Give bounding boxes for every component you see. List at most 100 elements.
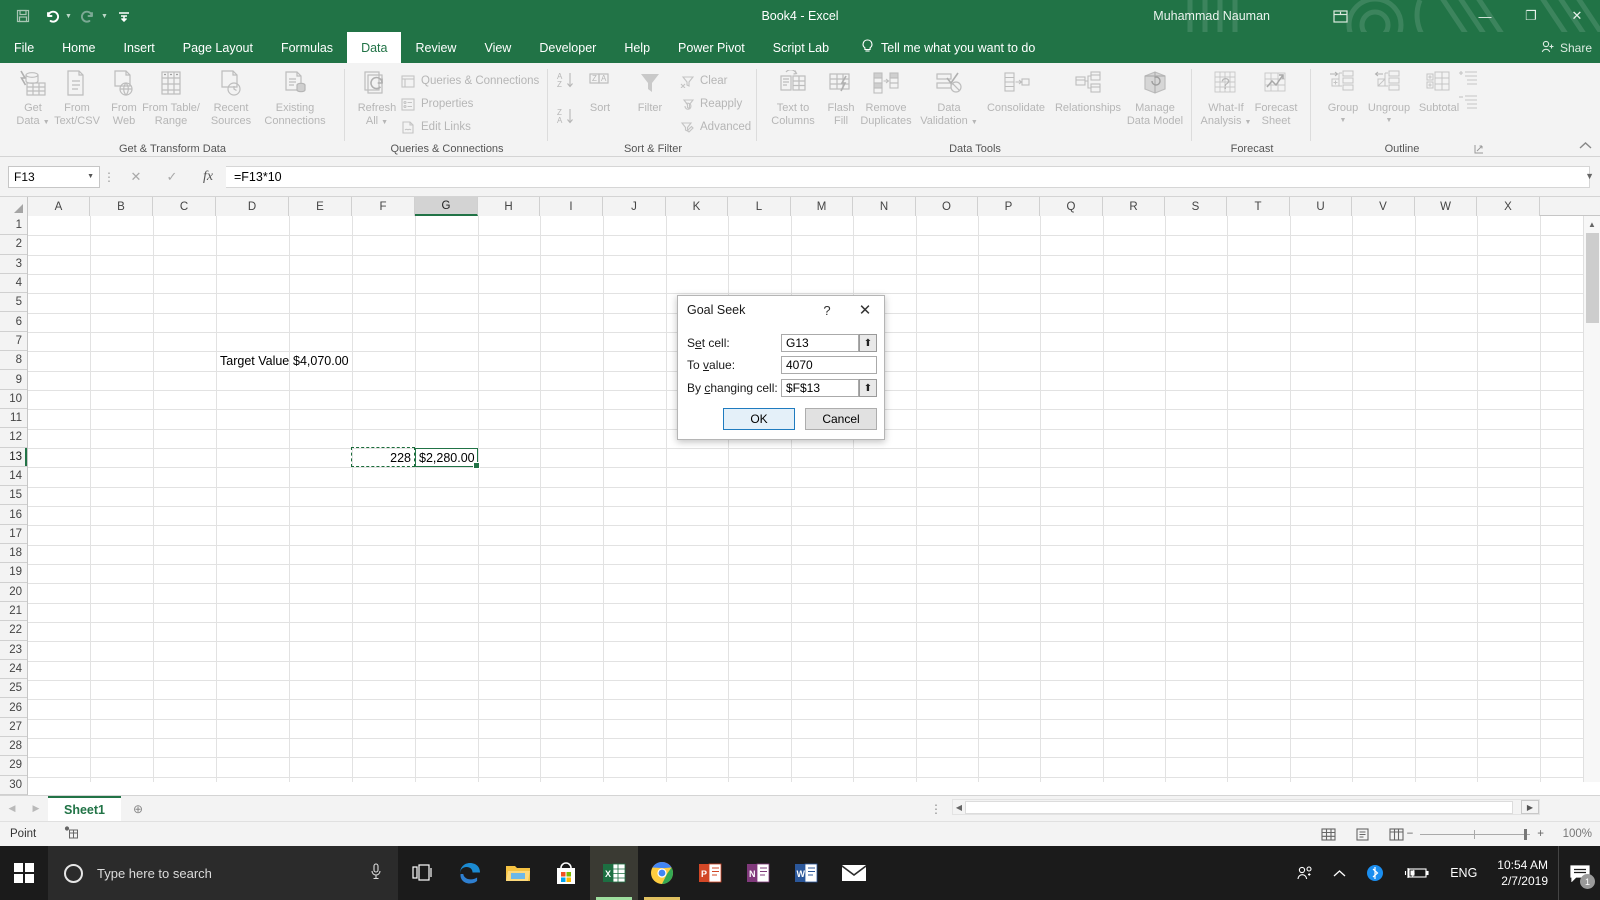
dialog-cancel-button[interactable]: Cancel <box>805 408 877 430</box>
relationships-button[interactable]: Relationships <box>1048 67 1128 115</box>
column-header-e[interactable]: E <box>289 197 352 216</box>
row-header-14[interactable]: 14 <box>0 467 27 487</box>
powerpoint-icon[interactable]: P <box>686 846 734 900</box>
refresh-all-button[interactable]: Refresh All ▼ <box>348 67 406 129</box>
task-view-icon[interactable] <box>398 846 446 900</box>
ungroup-dropdown-icon[interactable]: ▼ <box>1360 115 1418 128</box>
row-header-20[interactable]: 20 <box>0 583 27 602</box>
formula-input[interactable]: =F13*10 <box>226 165 1590 188</box>
show-hidden-icons-chevron[interactable] <box>1323 869 1356 878</box>
horizontal-scroll-thumb[interactable] <box>965 801 1513 814</box>
search-input[interactable]: Type here to search <box>48 846 398 900</box>
outline-dialog-launcher[interactable] <box>1474 143 1486 155</box>
close-button[interactable]: ✕ <box>1554 0 1600 32</box>
row-header-21[interactable]: 21 <box>0 602 27 622</box>
excel-icon[interactable]: X <box>590 846 638 900</box>
row-header-27[interactable]: 27 <box>0 718 27 738</box>
from-table-range-button[interactable]: From Table/ Range <box>140 67 202 127</box>
tab-insert[interactable]: Insert <box>110 32 169 63</box>
record-macro-icon[interactable] <box>64 826 79 842</box>
cell-e8[interactable]: $4,070.00 <box>289 351 352 370</box>
page-layout-view-icon[interactable] <box>1354 826 1370 842</box>
consolidate-button[interactable]: Consolidate <box>980 67 1052 115</box>
set-cell-range-picker-icon[interactable]: ⬆ <box>859 334 877 352</box>
zoom-out-button[interactable]: − <box>1407 828 1414 840</box>
row-header-1[interactable]: 1 <box>0 216 27 236</box>
normal-view-icon[interactable] <box>1320 826 1336 842</box>
tab-review[interactable]: Review <box>401 32 470 63</box>
row-header-5[interactable]: 5 <box>0 293 27 313</box>
confirm-entry-icon[interactable]: ✓ <box>154 165 190 189</box>
people-icon[interactable] <box>1286 865 1323 881</box>
row-header-30[interactable]: 30 <box>0 776 27 795</box>
mail-icon[interactable] <box>830 846 878 900</box>
scroll-up-arrow[interactable]: ▲ <box>1584 216 1600 233</box>
expand-formula-bar-icon[interactable]: ▼ <box>1585 171 1594 181</box>
column-header-j[interactable]: J <box>603 197 666 216</box>
column-headers[interactable]: ABCDEFGHIJKLMNOPQRSTUVWX <box>0 197 1600 216</box>
row-header-4[interactable]: 4 <box>0 274 27 294</box>
set-cell-input[interactable]: G13 <box>781 334 859 352</box>
goal-seek-dialog[interactable]: Goal Seek ? ✕ Set cell: G13 ⬆ To value: … <box>677 295 885 440</box>
column-header-l[interactable]: L <box>728 197 791 216</box>
microsoft-store-icon[interactable] <box>542 846 590 900</box>
column-header-h[interactable]: H <box>478 197 540 216</box>
column-header-m[interactable]: M <box>791 197 853 216</box>
zoom-track[interactable] <box>1420 828 1531 840</box>
tab-home[interactable]: Home <box>48 32 109 63</box>
remove-duplicates-button[interactable]: Remove Duplicates <box>854 67 918 127</box>
edit-links-button[interactable]: Edit Links <box>400 117 471 137</box>
hscroll-left-arrow[interactable]: ◀ <box>953 800 965 814</box>
column-header-a[interactable]: A <box>28 197 90 216</box>
show-detail-icon[interactable] <box>1458 71 1478 88</box>
column-header-o[interactable]: O <box>916 197 978 216</box>
column-header-c[interactable]: C <box>153 197 216 216</box>
data-validation-button[interactable]: Data Validation ▼ <box>916 67 982 129</box>
microphone-icon[interactable] <box>370 863 382 883</box>
row-header-13[interactable]: 13 <box>0 447 27 467</box>
sheet-tab-bar[interactable]: ◀ ▶ Sheet1 ⊕ ⋮ ◀ ▶ <box>0 795 1600 822</box>
microsoft-edge-icon[interactable] <box>446 846 494 900</box>
row-header-17[interactable]: 17 <box>0 525 27 545</box>
cell-d8[interactable]: Target Value <box>216 351 289 370</box>
column-header-n[interactable]: N <box>853 197 916 216</box>
tab-data[interactable]: Data <box>347 32 402 63</box>
manage-data-model-button[interactable]: Manage Data Model <box>1122 67 1188 127</box>
page-break-preview-icon[interactable] <box>1388 826 1404 842</box>
row-header-29[interactable]: 29 <box>0 756 27 776</box>
column-header-i[interactable]: I <box>540 197 603 216</box>
column-header-u[interactable]: U <box>1290 197 1352 216</box>
account-name[interactable]: Muhammad Nauman <box>1153 0 1270 32</box>
row-header-23[interactable]: 23 <box>0 641 27 660</box>
advanced-filter-button[interactable]: Advanced <box>679 117 751 137</box>
share-button[interactable]: Share <box>1541 40 1592 56</box>
dialog-help-icon[interactable]: ? <box>816 300 838 320</box>
row-header-10[interactable]: 10 <box>0 390 27 409</box>
restore-button[interactable]: ❐ <box>1508 0 1554 32</box>
row-header-28[interactable]: 28 <box>0 737 27 757</box>
column-header-k[interactable]: K <box>666 197 728 216</box>
vertical-scrollbar[interactable]: ▲ <box>1583 216 1600 782</box>
google-chrome-icon[interactable] <box>638 846 686 900</box>
row-header-12[interactable]: 12 <box>0 428 27 448</box>
ribbon[interactable]: Get Data ▼ From Text/CSV From Web From T… <box>0 63 1600 157</box>
column-header-b[interactable]: B <box>90 197 153 216</box>
ribbon-display-options-icon[interactable] <box>1320 0 1360 32</box>
tab-view[interactable]: View <box>470 32 525 63</box>
row-header-3[interactable]: 3 <box>0 255 27 274</box>
worksheet-grid[interactable]: ABCDEFGHIJKLMNOPQRSTUVWX 1 2 3 4 5 6 7 8 9 10 11 12… <box>0 197 1600 799</box>
zoom-in-button[interactable]: + <box>1537 828 1544 840</box>
column-header-s[interactable]: S <box>1165 197 1227 216</box>
queries-connections-button[interactable]: Queries & Connections <box>400 71 539 91</box>
tab-power-pivot[interactable]: Power Pivot <box>664 32 759 63</box>
tab-developer[interactable]: Developer <box>525 32 610 63</box>
column-header-w[interactable]: W <box>1415 197 1477 216</box>
column-header-r[interactable]: R <box>1103 197 1165 216</box>
onenote-icon[interactable]: N <box>734 846 782 900</box>
dialog-ok-button[interactable]: OK <box>723 408 795 430</box>
windows-taskbar[interactable]: Type here to search X P N W ENG 10:54 AM… <box>0 846 1600 900</box>
row-header-22[interactable]: 22 <box>0 621 27 641</box>
zoom-slider[interactable]: − + <box>1407 828 1544 840</box>
column-header-v[interactable]: V <box>1352 197 1415 216</box>
file-explorer-icon[interactable] <box>494 846 542 900</box>
